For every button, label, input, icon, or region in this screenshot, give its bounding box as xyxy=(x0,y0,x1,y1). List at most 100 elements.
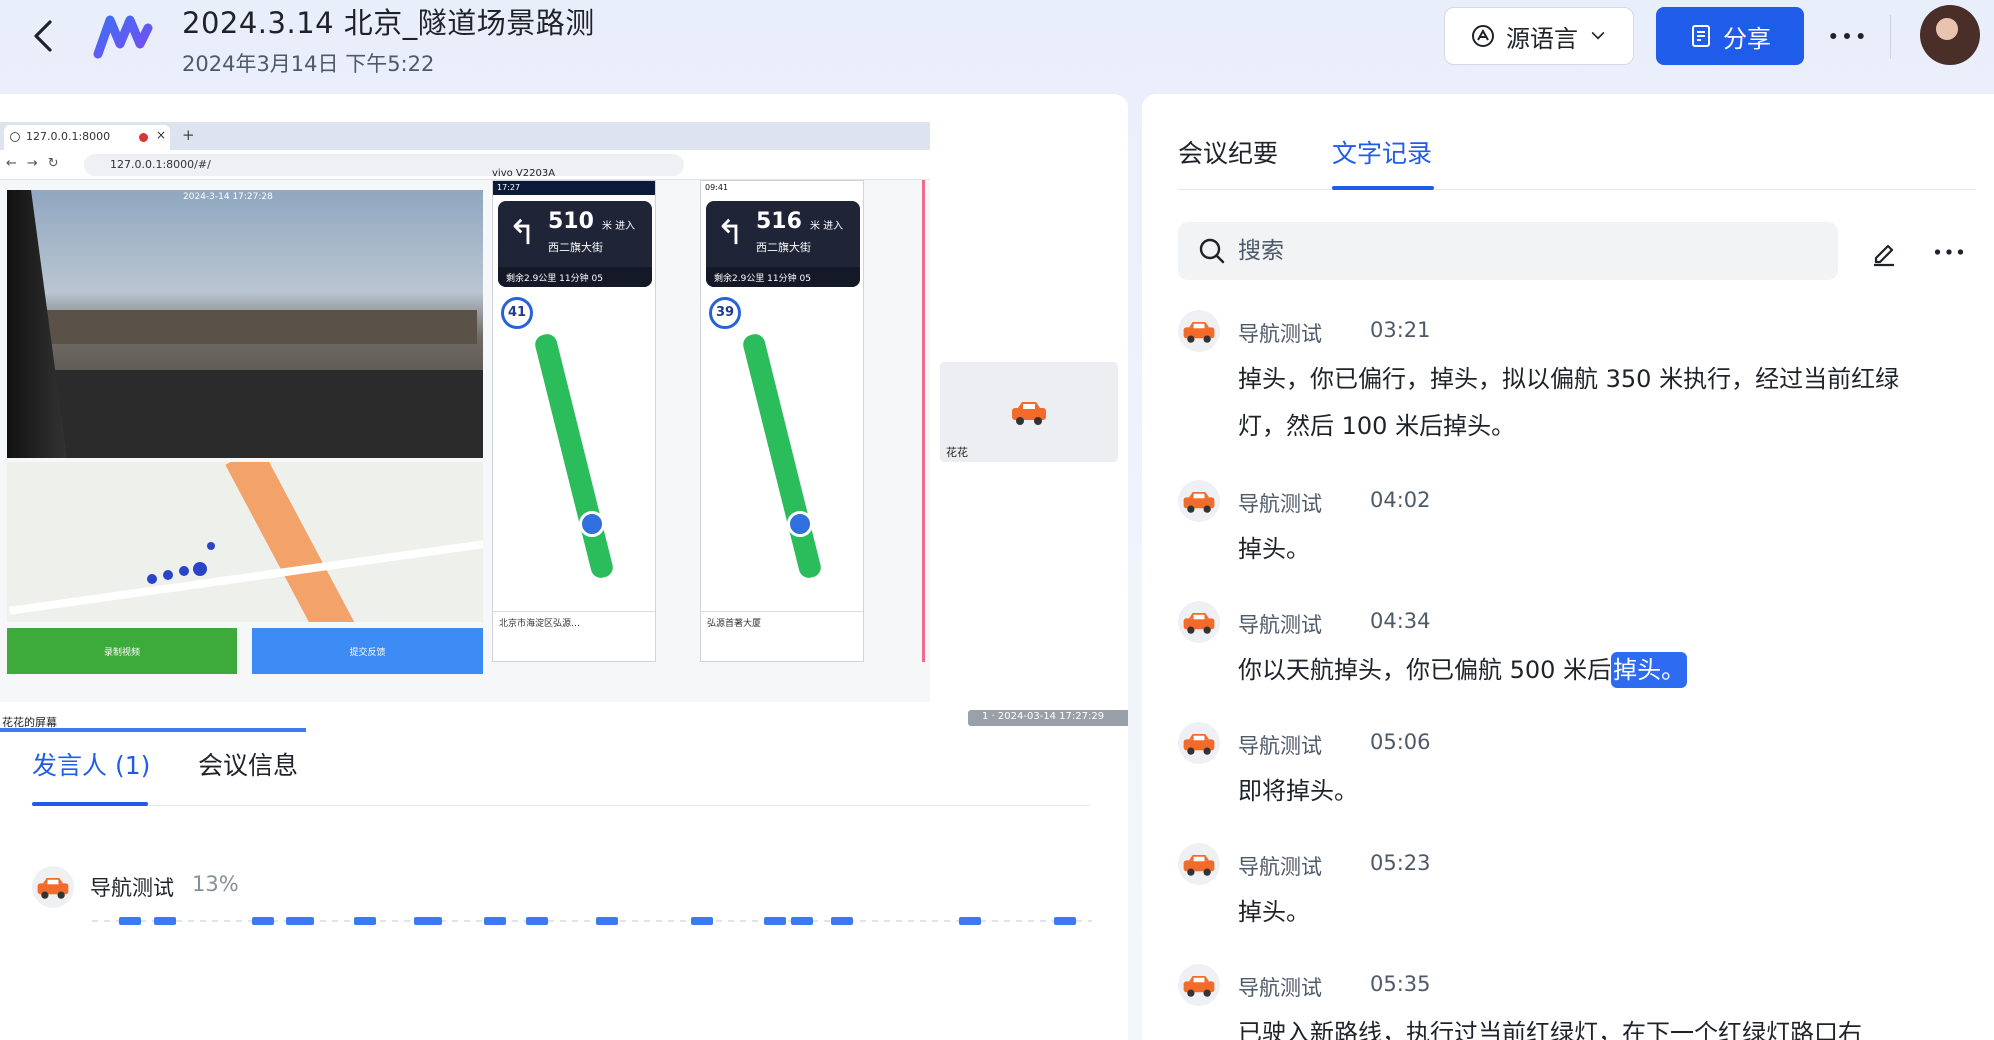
speech-segment[interactable] xyxy=(154,917,176,925)
entry-speaker: 导航测试 xyxy=(1238,613,1322,637)
highlighted-text[interactable]: 掉头。 xyxy=(1611,652,1688,688)
nav-unit: 米 进入 xyxy=(810,221,844,232)
speech-segment[interactable] xyxy=(252,917,274,925)
speaker-avatar xyxy=(32,866,74,908)
search-box[interactable] xyxy=(1178,222,1838,280)
shared-browser-window: 127.0.0.1:8000 × + ←→↻ 127.0.0.1:8000/#/… xyxy=(0,122,930,702)
dashcam-view: 2024-3-14 17:27:28 xyxy=(7,190,483,458)
back-button[interactable] xyxy=(26,16,62,56)
speech-segment[interactable] xyxy=(119,917,141,925)
phone-device-label: vivo V2203A xyxy=(492,168,556,179)
phone-bottom-bar: 北京市海淀区弘源… xyxy=(493,611,655,661)
share-doc-icon xyxy=(1692,25,1710,47)
source-language-button[interactable]: 源语言 xyxy=(1444,7,1634,65)
active-tab-indicator xyxy=(1332,186,1434,190)
orange-car-icon xyxy=(1183,491,1215,513)
speed-indicator: 39 xyxy=(709,297,741,329)
tabs-divider xyxy=(1178,189,1976,190)
speaker-avatar xyxy=(1178,310,1220,352)
speaker-timeline[interactable] xyxy=(92,917,1092,925)
shared-screen-video[interactable]: 127.0.0.1:8000 × + ←→↻ 127.0.0.1:8000/#/… xyxy=(0,122,1128,732)
video-progress[interactable] xyxy=(0,728,306,732)
search-input[interactable] xyxy=(1238,222,1818,280)
entry-speaker: 导航测试 xyxy=(1238,976,1322,1000)
entry-time[interactable]: 03:21 xyxy=(1370,318,1431,342)
speech-segment[interactable] xyxy=(791,917,813,925)
search-icon xyxy=(1199,238,1225,264)
entry-speaker: 导航测试 xyxy=(1238,492,1322,516)
speaker-avatar xyxy=(1178,843,1220,885)
dashcam-road xyxy=(7,370,483,458)
browser-address-bar: ←→↻ 127.0.0.1:8000/#/ xyxy=(0,150,930,180)
speaker-avatar xyxy=(1178,964,1220,1006)
participant-name: 花花 xyxy=(946,446,968,459)
entry-text-body: 即将掉头。 xyxy=(1238,777,1358,805)
entry-speaker: 导航测试 xyxy=(1238,855,1322,879)
active-tab-indicator xyxy=(32,802,148,806)
browser-tab-title: 127.0.0.1:8000 xyxy=(26,130,111,143)
entry-text: 掉头，你已偏行，掉头，拟以偏航 350 米执行，经过当前红绿灯，然后 100 米… xyxy=(1238,356,1938,450)
speech-segment[interactable] xyxy=(831,917,853,925)
browser-nav-icons: ←→↻ xyxy=(6,156,69,171)
tab-transcript[interactable]: 文字记录 xyxy=(1332,134,1432,170)
entry-speaker: 导航测试 xyxy=(1238,322,1322,346)
speaker-row[interactable]: 导航测试 13% xyxy=(32,866,1092,946)
tab-meeting-info[interactable]: 会议信息 xyxy=(198,746,298,782)
tab-minutes[interactable]: 会议纪要 xyxy=(1178,134,1278,170)
entry-text-body: 已驶入新路线，执行过当前红绿灯，在下一个红绿灯路口右 xyxy=(1238,1019,1862,1040)
map-road xyxy=(225,462,369,622)
speech-segment[interactable] xyxy=(414,917,442,925)
speech-segment[interactable] xyxy=(596,917,618,925)
entry-time[interactable]: 04:34 xyxy=(1370,609,1431,633)
left-panel: 127.0.0.1:8000 × + ←→↻ 127.0.0.1:8000/#/… xyxy=(0,94,1128,1040)
header: 2024.3.14 北京_隧道场景路测 2024年3月14日 下午5:22 源语… xyxy=(0,0,1994,92)
nav-unit: 米 进入 xyxy=(602,221,636,232)
mini-map xyxy=(7,462,483,622)
entry-time[interactable]: 05:35 xyxy=(1370,972,1431,996)
entry-text: 已驶入新路线，执行过当前红绿灯，在下一个红绿灯路口右 xyxy=(1238,1010,1938,1040)
more-dots-icon xyxy=(1934,249,1964,255)
page-title: 2024.3.14 北京_隧道场景路测 xyxy=(182,6,595,40)
entry-time[interactable]: 05:06 xyxy=(1370,730,1431,754)
nav-route xyxy=(533,332,615,580)
speech-segment[interactable] xyxy=(691,917,713,925)
entry-text: 即将掉头。 xyxy=(1238,768,1938,815)
car-position-icon xyxy=(787,511,813,537)
dashcam-bridge xyxy=(47,310,477,344)
entry-speaker: 导航测试 xyxy=(1238,734,1322,758)
translate-icon xyxy=(1472,25,1494,47)
entry-text: 掉头。 xyxy=(1238,889,1938,936)
speech-segment[interactable] xyxy=(959,917,981,925)
speech-segment[interactable] xyxy=(354,917,376,925)
pen-icon xyxy=(1874,244,1894,267)
browser-tab: 127.0.0.1:8000 × xyxy=(4,125,170,150)
browser-url: 127.0.0.1:8000/#/ xyxy=(84,154,684,176)
recording-icon xyxy=(139,133,148,142)
edit-button[interactable] xyxy=(1868,236,1900,268)
dashcam-timestamp: 2024-3-14 17:27:28 xyxy=(183,192,273,202)
orange-car-icon xyxy=(1012,402,1046,425)
speech-segment[interactable] xyxy=(286,917,314,925)
speech-segment[interactable] xyxy=(484,917,506,925)
map-track-dot xyxy=(147,574,157,584)
phone-status-bar: 09:41 xyxy=(701,181,863,195)
app-logo xyxy=(92,10,156,62)
share-button[interactable]: 分享 xyxy=(1656,7,1804,65)
record-video-button: 录制视频 xyxy=(7,628,237,674)
entry-time[interactable]: 05:23 xyxy=(1370,851,1431,875)
speech-segment[interactable] xyxy=(764,917,786,925)
nav-street: 西二旗大街 xyxy=(756,241,811,254)
speech-segment[interactable] xyxy=(526,917,548,925)
transcript-more-button[interactable] xyxy=(1932,240,1966,264)
tab-speakers[interactable]: 发言人 (1) xyxy=(32,746,150,782)
nav-instruction-card: ↰ 510 米 进入 西二旗大街 剩余2.9公里 11分钟 05 xyxy=(498,201,652,287)
chevron-down-icon xyxy=(1591,32,1605,40)
entry-time[interactable]: 04:02 xyxy=(1370,488,1431,512)
u-turn-icon: ↰ xyxy=(508,213,537,253)
browser-tabbar: 127.0.0.1:8000 × + xyxy=(0,122,930,150)
speech-segment[interactable] xyxy=(1054,917,1076,925)
nav-route xyxy=(741,332,823,580)
header-more-button[interactable] xyxy=(1826,20,1868,52)
user-avatar[interactable] xyxy=(1920,5,1980,65)
map-track-dot xyxy=(193,562,207,576)
